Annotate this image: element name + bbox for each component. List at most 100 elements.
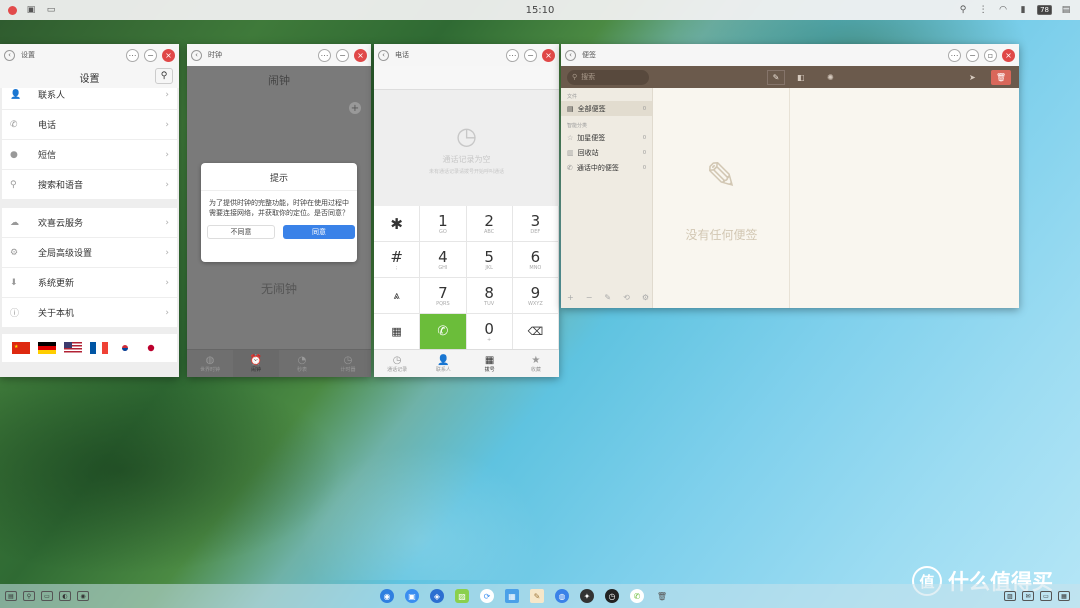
add-icon[interactable]: +	[567, 293, 574, 302]
settings-app-icon[interactable]: ◍	[555, 589, 569, 603]
more-button[interactable]: ⋯	[126, 48, 139, 62]
desktop-icon[interactable]: ▭	[41, 591, 53, 601]
sim-key[interactable]: ⩓	[374, 278, 421, 314]
tab-favorites[interactable]: ★ 收藏	[513, 350, 559, 377]
tab-call-log[interactable]: ◷ 通话记录	[374, 350, 420, 377]
usa-flag-icon[interactable]	[64, 342, 82, 354]
search-button[interactable]: ⚲	[155, 68, 173, 84]
edit-icon[interactable]: ✎	[604, 293, 611, 302]
phone-app-icon[interactable]: ✆	[630, 589, 644, 603]
backspace-key[interactable]: ⌫	[512, 314, 559, 350]
settings-item-sms[interactable]: ● 短信 ›	[2, 140, 177, 170]
disagree-button[interactable]: 不同意	[207, 225, 275, 239]
memo-app-icon[interactable]: ✎	[530, 589, 544, 603]
maximize-button[interactable]: ▫	[984, 48, 997, 62]
dial-key[interactable]: 6 MNO	[512, 242, 559, 278]
monitor-icon[interactable]: ▭	[45, 5, 57, 15]
search-box[interactable]: ⚲ 搜索	[567, 69, 649, 85]
settings-item-advanced[interactable]: ⚙ 全局高级设置 ›	[2, 238, 177, 268]
minimize-button[interactable]: −	[144, 48, 157, 62]
close-button[interactable]: ×	[542, 48, 555, 62]
store-app-icon[interactable]: ◈	[430, 589, 444, 603]
more-button[interactable]: ⋯	[318, 48, 331, 62]
gallery-app-icon[interactable]: ▨	[455, 589, 469, 603]
dial-key[interactable]: 1 GO	[420, 206, 467, 242]
notification-icon[interactable]: ▤	[1060, 5, 1072, 15]
hash-key[interactable]: #;	[374, 242, 421, 278]
close-button[interactable]: ×	[354, 48, 367, 62]
france-flag-icon[interactable]	[90, 342, 108, 354]
send-icon[interactable]: ➤	[969, 73, 976, 82]
back-icon[interactable]: ‹	[4, 49, 15, 61]
more-icon[interactable]: ⋮	[977, 5, 989, 15]
list-item-call-memos[interactable]: ✆ 通话中的便签 0	[561, 160, 652, 175]
dial-key[interactable]: 5 JKL	[466, 242, 513, 278]
tab-timer[interactable]: ◷ 计时器	[325, 350, 371, 377]
close-button[interactable]: ×	[162, 48, 175, 62]
calendar-icon[interactable]: ▦	[1058, 591, 1070, 601]
window-icon[interactable]: ▭	[1040, 591, 1052, 601]
tab-stopwatch[interactable]: ◔ 秒表	[279, 350, 325, 377]
settings-item-about[interactable]: ⓘ 关于本机 ›	[2, 298, 177, 328]
minimize-button[interactable]: −	[524, 48, 537, 62]
layout-icon[interactable]: ◧	[797, 73, 805, 82]
list-item-trash[interactable]: ▥ 回收站 0	[561, 145, 652, 160]
japan-flag-icon[interactable]	[142, 342, 160, 354]
toggle-icon[interactable]: ◐	[59, 591, 71, 601]
sync-icon[interactable]: ⟲	[623, 293, 630, 302]
dial-key[interactable]: 0 +	[466, 314, 513, 350]
minimize-button[interactable]: −	[336, 48, 349, 62]
settings-item-cloud[interactable]: ☁ 欢喜云服务 ›	[2, 208, 177, 238]
back-icon[interactable]: ‹	[378, 49, 389, 61]
dial-key[interactable]: 8 TUV	[466, 278, 513, 314]
tab-dialer[interactable]: ▦ 拨号	[467, 350, 513, 377]
clock-app-icon[interactable]: ◷	[605, 589, 619, 603]
photos-app-icon[interactable]: ▦	[505, 589, 519, 603]
record-icon[interactable]: ◉	[77, 591, 89, 601]
search-icon[interactable]: ⚲	[957, 5, 969, 15]
settings-item-update[interactable]: ⬇ 系统更新 ›	[2, 268, 177, 298]
trash-app-icon[interactable]: 🗑	[655, 589, 669, 603]
settings-item-search[interactable]: ⚲ 搜索和语音 ›	[2, 170, 177, 200]
window-list-icon[interactable]: ▤	[5, 591, 17, 601]
star-key[interactable]: ✱	[374, 206, 421, 242]
agree-button[interactable]: 同意	[283, 225, 355, 239]
germany-flag-icon[interactable]	[38, 342, 56, 354]
more-button[interactable]: ⋯	[948, 48, 961, 62]
dial-key[interactable]: 4 GHI	[420, 242, 467, 278]
china-flag-icon[interactable]: ★	[12, 342, 30, 354]
remove-icon[interactable]: −	[586, 293, 593, 302]
dial-key[interactable]: 2 ABC	[466, 206, 513, 242]
keypad-toggle-key[interactable]: ▦	[374, 314, 421, 350]
korea-flag-icon[interactable]	[116, 342, 134, 354]
search-icon[interactable]: ⚲	[23, 591, 35, 601]
dial-key[interactable]: 3 DEF	[512, 206, 559, 242]
files-app-icon[interactable]: ▣	[405, 589, 419, 603]
tab-contacts[interactable]: 👤 联系人	[420, 350, 466, 377]
list-item-all[interactable]: ▤ 全部便签 0	[561, 101, 652, 116]
theme-icon[interactable]: ✺	[827, 73, 834, 82]
back-icon[interactable]: ‹	[191, 49, 202, 61]
wifi-icon[interactable]: ◠	[997, 5, 1009, 15]
list-item-starred[interactable]: ☆ 加星便签 0	[561, 130, 652, 145]
screenshot-icon[interactable]: ▣	[25, 5, 37, 15]
tab-alarm[interactable]: ⏰ 闹钟	[233, 350, 279, 377]
browser-app-icon[interactable]: ◉	[380, 589, 394, 603]
compass-app-icon[interactable]: ✦	[580, 589, 594, 603]
battery-indicator[interactable]: 78	[1037, 5, 1052, 15]
minimize-button[interactable]: −	[966, 48, 979, 62]
settings-item-phone[interactable]: ✆ 电话 ›	[2, 110, 177, 140]
more-button[interactable]: ⋯	[506, 48, 519, 62]
wallpaper-icon[interactable]: ▨	[1004, 591, 1016, 601]
call-button[interactable]: ✆	[420, 314, 467, 350]
add-alarm-button[interactable]: +	[349, 102, 361, 114]
back-icon[interactable]: ‹	[565, 49, 576, 61]
sync-app-icon[interactable]: ⟳	[480, 589, 494, 603]
new-memo-icon[interactable]: ✎	[767, 69, 785, 85]
dial-key[interactable]: 9 WXYZ	[512, 278, 559, 314]
launcher-icon[interactable]	[8, 5, 17, 15]
dial-key[interactable]: 7 PQRS	[420, 278, 467, 314]
settings-icon[interactable]: ⚙	[642, 293, 649, 302]
delete-icon[interactable]: 🗑	[991, 69, 1011, 85]
dial-display[interactable]	[374, 66, 559, 90]
